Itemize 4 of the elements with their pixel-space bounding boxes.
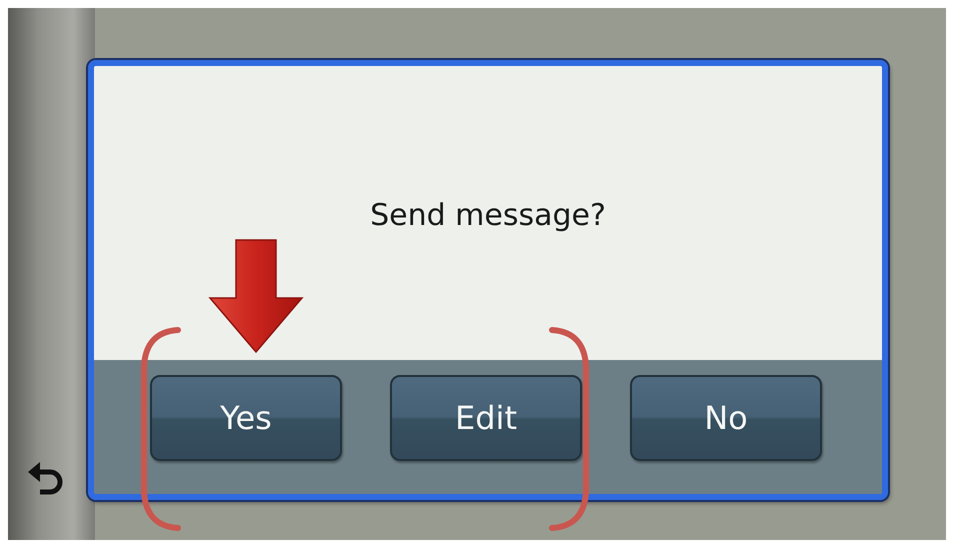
dialog-button[interactable]: Edit <box>390 375 582 461</box>
dialog-button[interactable]: No <box>630 375 822 461</box>
dialog-message: Send message? <box>370 198 606 232</box>
dialog-button[interactable]: Yes <box>150 375 342 461</box>
